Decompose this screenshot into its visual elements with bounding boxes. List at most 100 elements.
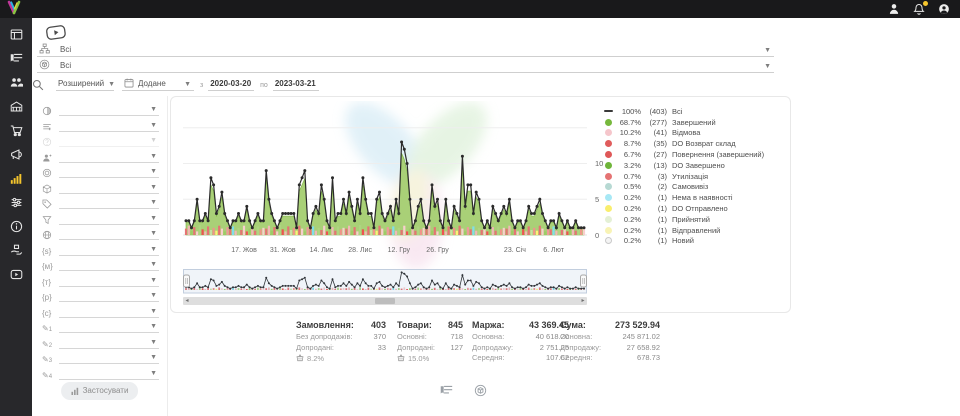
legend-item-2[interactable]: 10.2%(41)Відмова — [605, 128, 787, 139]
sidebar-item-dashboard[interactable] — [9, 27, 24, 42]
chevron-down-icon: ▼ — [150, 199, 157, 206]
legend-count: (277) — [641, 118, 667, 127]
legend-label: Повернення (завершений) — [672, 150, 764, 159]
region-filter-icon — [42, 230, 55, 240]
help-filter-select[interactable]: ▼ — [59, 134, 159, 147]
profile-icon[interactable] — [888, 3, 900, 15]
legend-item-11[interactable]: 0.2%(1)Відправлений — [605, 225, 787, 236]
search-mode-select[interactable]: Розширений ▼ — [56, 77, 114, 91]
sidebar-item-warehouse[interactable] — [9, 99, 24, 114]
status-group-select[interactable]: Всі ▼ — [37, 42, 774, 57]
sidebar-item-orders[interactable] — [9, 51, 24, 66]
custom-field-c-icon: {с} — [42, 309, 55, 318]
x-tick-label: 31. Жов — [270, 247, 296, 254]
brush-chart[interactable] — [183, 269, 587, 295]
custom-field-t-select[interactable]: ▼ — [59, 274, 159, 287]
legend-item-0[interactable]: 100%(403)Всі — [605, 106, 787, 117]
manager-filter-select[interactable]: ▼ — [59, 150, 159, 163]
price-filter-select[interactable]: ▼ — [59, 196, 159, 209]
date-from-input[interactable]: 2020-03-20 — [208, 77, 254, 91]
legend-label: DO Отправлено — [672, 204, 728, 213]
note-field-1-select[interactable]: ▼ — [59, 320, 159, 333]
legend-label: Всі — [672, 107, 682, 116]
custom-field-p-select[interactable]: ▼ — [59, 289, 159, 302]
basket-icon — [296, 354, 304, 362]
custom-field-c: {с} ▼ — [42, 304, 159, 318]
sidebar-item-purchases[interactable] — [9, 123, 24, 138]
legend-item-8[interactable]: 0.2%(1)Нема в наявності — [605, 192, 787, 203]
product-view-toggle[interactable] — [474, 384, 487, 397]
payment-filter-select[interactable]: ▼ — [59, 165, 159, 178]
app-logo-icon[interactable] — [6, 0, 22, 18]
chevron-down-icon: ▼ — [150, 261, 157, 268]
chart-scrollbar[interactable]: ◂ ▸ — [183, 297, 587, 305]
chevron-down-icon: ▼ — [150, 339, 157, 346]
funnel-filter-select[interactable]: ▼ — [59, 212, 159, 225]
legend-item-3[interactable]: 8.7%(35)DO Возврат склад — [605, 138, 787, 149]
legend-item-5[interactable]: 3.2%(13)DO Завершено — [605, 160, 787, 171]
custom-field-c-select[interactable]: ▼ — [59, 305, 159, 318]
legend-percent: 6.7% — [616, 150, 641, 159]
custom-field-s-select[interactable]: ▼ — [59, 243, 159, 256]
legend-percent: 8.7% — [616, 139, 641, 148]
legend-swatch — [605, 129, 612, 136]
apply-button[interactable]: Застосувати — [61, 382, 139, 400]
stat-sub-value: 678.73 — [637, 353, 660, 364]
legend-item-12[interactable]: 0.2%(1)Новий — [605, 236, 787, 247]
legend-label: DO Возврат склад — [672, 139, 736, 148]
funnel-filter: ▼ — [42, 211, 159, 225]
stat-value: 403 — [371, 320, 386, 332]
status-filter-select[interactable]: ▼ — [59, 103, 159, 116]
note-field-2-icon: ✎2 — [42, 340, 55, 349]
brush-selection[interactable] — [184, 270, 587, 294]
note-field-4-select[interactable]: ▼ — [59, 367, 159, 380]
sidebar-item-analytics[interactable] — [9, 171, 24, 186]
sidebar-item-info[interactable] — [9, 219, 24, 234]
brush-handle-right[interactable] — [581, 275, 587, 287]
legend-item-6[interactable]: 0.7%(3)Утилізація — [605, 171, 787, 182]
note-field-2-select[interactable]: ▼ — [59, 336, 159, 349]
product-select[interactable]: Всі ▼ — [37, 58, 774, 73]
legend-item-10[interactable]: 0.2%(1)Прийнятий — [605, 214, 787, 225]
date-to-input[interactable]: 2023-03-21 — [273, 77, 319, 91]
stat-sub-value: 370 — [373, 332, 386, 343]
stat-column-2: Маржа:43 369.45Основна:40 618.20Допродаж… — [472, 320, 569, 364]
sidebar-item-clients[interactable] — [9, 75, 24, 90]
sidebar-item-settings[interactable] — [9, 195, 24, 210]
stat-title: Сума: — [560, 320, 586, 332]
legend-item-4[interactable]: 6.7%(27)Повернення (завершений) — [605, 149, 787, 160]
notifications-icon[interactable] — [913, 3, 925, 15]
note-field-3-select[interactable]: ▼ — [59, 351, 159, 364]
list-view-toggle[interactable] — [440, 384, 453, 397]
sidebar-item-marketing[interactable] — [9, 147, 24, 162]
x-tick-label: 6. Лют — [543, 247, 564, 254]
legend-swatch — [605, 140, 612, 147]
chevron-down-icon: ▼ — [150, 370, 157, 377]
legend-count: (403) — [641, 107, 667, 116]
basket-icon — [397, 354, 405, 362]
custom-field-m-select[interactable]: ▼ — [59, 258, 159, 271]
date-field-select[interactable]: Додане ▼ — [122, 77, 194, 91]
legend-item-7[interactable]: 0.5%(2)Самовивіз — [605, 182, 787, 193]
source-filter-select[interactable]: ▼ — [59, 119, 159, 132]
custom-field-t-icon: {т} — [42, 278, 55, 287]
sidebar-item-video[interactable] — [9, 267, 24, 282]
stat-value: 845 — [448, 320, 463, 332]
brush-handle-left[interactable] — [184, 275, 190, 287]
chevron-down-icon: ▼ — [150, 277, 157, 284]
region-filter-select[interactable]: ▼ — [59, 227, 159, 240]
account-icon[interactable] — [938, 3, 950, 15]
scroll-left-icon[interactable]: ◂ — [183, 297, 191, 305]
stat-sub-value: 245 871.02 — [622, 332, 660, 343]
legend-item-1[interactable]: 68.7%(277)Завершений — [605, 117, 787, 128]
legend-item-9[interactable]: 0.2%(1)DO Отправлено — [605, 203, 787, 214]
custom-field-p: {р}▼ — [42, 288, 159, 302]
scroll-right-icon[interactable]: ▸ — [579, 297, 587, 305]
hierarchy-icon — [39, 43, 50, 54]
scrollbar-thumb[interactable] — [375, 298, 395, 304]
stat-column-3: Сума:273 529.94Основна:245 871.02Допрода… — [560, 320, 660, 364]
video-tour-icon[interactable] — [45, 24, 67, 43]
legend-swatch — [605, 151, 612, 158]
sidebar-item-support[interactable] — [9, 243, 24, 258]
product-filter-select[interactable]: ▼ — [59, 181, 159, 194]
